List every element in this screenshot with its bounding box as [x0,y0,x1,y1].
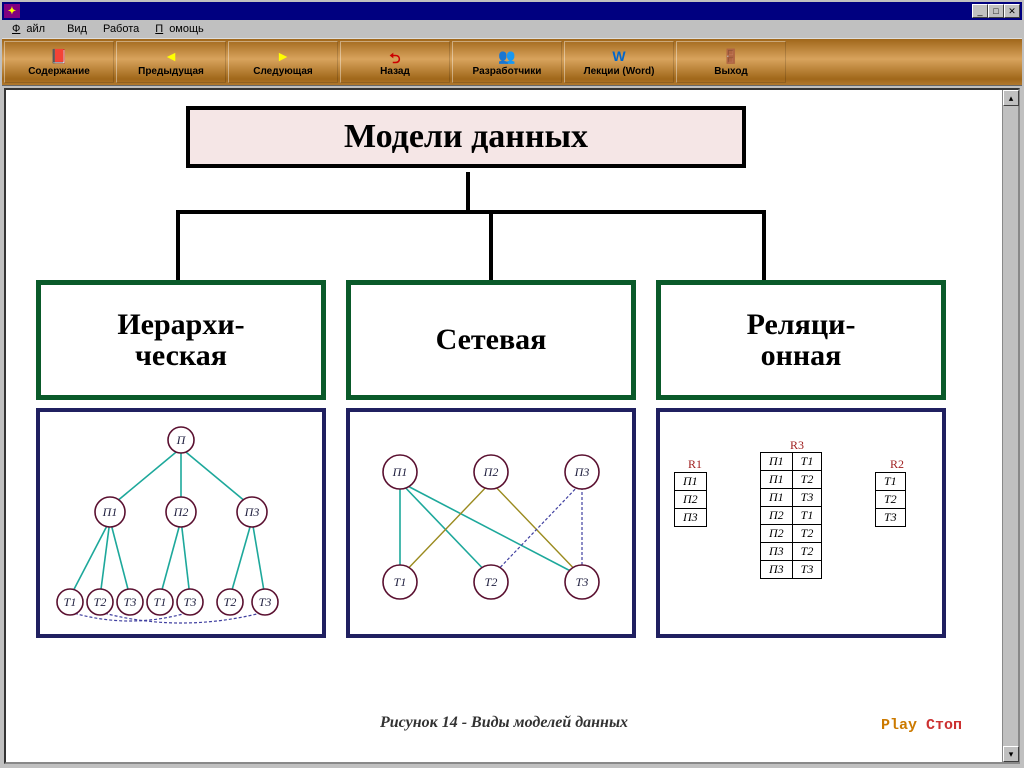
people-icon: 👥 [498,48,515,64]
svg-text:Т1: Т1 [64,595,77,609]
svg-text:Т3: Т3 [184,595,197,609]
back-icon: ⮌ [389,48,400,64]
book-icon: 📕 [50,48,67,64]
maximize-button[interactable]: □ [988,4,1004,18]
svg-text:Т1: Т1 [154,595,167,609]
app-icon: ✦ [4,4,20,18]
stop-button[interactable]: Стоп [926,717,962,734]
menu-help[interactable]: Помощь [149,21,216,37]
connector [176,210,766,214]
menu-file[interactable]: Файл [6,21,57,37]
slide-canvas: Модели данных Иерархи-ческая [6,90,1002,762]
svg-text:Т2: Т2 [94,595,107,609]
svg-text:П3: П3 [244,505,260,519]
svg-text:П1: П1 [102,505,118,519]
col3-diagram: R1 П1 П2 П3 R3 П1Т1 П1Т2 П1Т3 [656,408,946,638]
connector [489,210,493,280]
tb-exit[interactable]: 🚪Выход [676,41,786,83]
table-r3: П1Т1 П1Т2 П1Т3 П2Т1 П2Т2 П3Т2 П3Т3 [760,452,822,579]
diagram-title: Модели данных [186,106,746,168]
col1-diagram: П П1 П2 П3 Т1 Т2 Т3 Т1 Т3 Т2 Т3 [36,408,326,638]
column-relational: Реляци-онная R1 П1 П2 П3 R3 П1Т1 П [656,280,946,638]
svg-text:Т3: Т3 [124,595,137,609]
table-r2: Т1 Т2 Т3 [875,472,906,527]
col1-header: Иерархи-ческая [36,280,326,400]
tb-contents[interactable]: 📕Содержание [4,41,114,83]
menu-work[interactable]: Работа [97,21,145,37]
svg-text:Т1: Т1 [394,575,407,589]
svg-text:П1: П1 [392,465,408,479]
svg-text:Т2: Т2 [485,575,498,589]
play-button[interactable]: Play [881,717,917,734]
minimize-button[interactable]: _ [972,4,988,18]
svg-text:П3: П3 [574,465,590,479]
tb-previous[interactable]: ◄Предыдущая [116,41,226,83]
svg-text:Т2: Т2 [224,595,237,609]
arrow-left-icon: ◄ [164,48,178,64]
close-button[interactable]: ✕ [1004,4,1020,18]
svg-text:Т3: Т3 [576,575,589,589]
svg-text:П2: П2 [173,505,189,519]
menu-view[interactable]: Вид [61,21,93,37]
tb-back[interactable]: ⮌Назад [340,41,450,83]
col3-header: Реляци-онная [656,280,946,400]
app-window: ✦ _ □ ✕ Файл Вид Работа Помощь 📕Содержан… [0,0,1024,768]
table-r1: П1 П2 П3 [674,472,707,527]
word-icon: W [612,48,625,64]
r2-label: R2 [890,457,904,472]
content-frame: Модели данных Иерархи-ческая [2,86,1022,766]
col2-header: Сетевая [346,280,636,400]
figure-caption: Рисунок 14 - Виды моделей данных [6,714,1002,732]
col2-diagram: П1 П2 П3 Т1 Т2 Т3 [346,408,636,638]
r3-label: R3 [790,438,804,453]
connector [762,210,766,280]
toolbar: 📕Содержание ◄Предыдущая ►Следующая ⮌Наза… [2,38,1022,86]
connector [176,210,180,280]
vertical-scrollbar[interactable]: ▴ ▾ [1002,90,1018,762]
r1-label: R1 [688,457,702,472]
window-buttons: _ □ ✕ [972,4,1020,18]
title-bar: ✦ _ □ ✕ [2,2,1022,20]
tb-next[interactable]: ►Следующая [228,41,338,83]
tb-developers[interactable]: 👥Разработчики [452,41,562,83]
svg-text:П2: П2 [483,465,499,479]
svg-text:П: П [176,433,187,447]
arrow-right-icon: ► [276,48,290,64]
column-network: Сетевая П1 П2 [346,280,636,638]
svg-text:Т3: Т3 [259,595,272,609]
scroll-down-icon[interactable]: ▾ [1003,746,1019,762]
column-hierarchical: Иерархи-ческая [36,280,326,638]
tb-lectures[interactable]: WЛекции (Word) [564,41,674,83]
menu-bar: Файл Вид Работа Помощь [2,20,1022,38]
play-stop-controls: Play Стоп [881,717,962,734]
exit-icon: 🚪 [722,48,739,64]
scroll-up-icon[interactable]: ▴ [1003,90,1019,106]
connector [466,172,470,212]
